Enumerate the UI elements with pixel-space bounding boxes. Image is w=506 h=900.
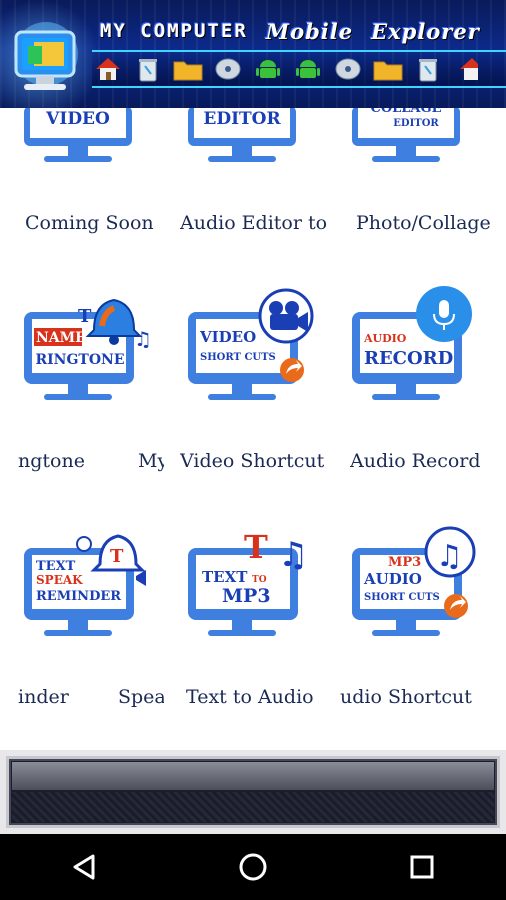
recents-button[interactable] <box>392 837 452 897</box>
title-part-1: MY COMPUTER <box>100 20 248 42</box>
screen-text: TO <box>252 575 267 585</box>
tile-label-overflow[interactable]: My <box>138 450 164 472</box>
monitor-icon: VIDEO <box>24 108 132 162</box>
bottom-banner <box>0 750 506 834</box>
tile-label[interactable]: Audio Editor to <box>180 212 328 234</box>
screen-text: RECORD <box>364 348 453 369</box>
recents-icon <box>410 855 434 879</box>
home-circle-icon <box>239 853 267 881</box>
screen-text: NAME <box>36 330 86 346</box>
tile-audio-record[interactable]: AUDIO RECORD <box>350 286 500 400</box>
tile-label-overflow[interactable]: Spea <box>118 686 164 708</box>
svg-text:T: T <box>244 528 268 566</box>
shortcut-arrow-icon <box>280 358 304 382</box>
android-icon[interactable] <box>292 54 324 84</box>
folder-icon[interactable] <box>372 54 404 84</box>
svg-text:T: T <box>78 306 92 327</box>
recycle-bin-icon[interactable] <box>132 54 164 84</box>
computer-logo-icon[interactable] <box>10 14 88 104</box>
tile-editor[interactable]: EDITOR <box>186 108 336 216</box>
home-icon[interactable] <box>452 54 484 84</box>
tile-label[interactable]: ngtone <box>18 450 85 472</box>
svg-text:♫: ♫ <box>436 539 463 574</box>
shortcut-arrow-icon <box>444 594 468 618</box>
music-note-icon: ♫ <box>424 526 476 578</box>
tools-grid: VIDEO Coming Soon EDITOR Audio Editor to… <box>0 108 506 750</box>
screen-text: RINGTONE <box>35 352 124 368</box>
screen-text: SHORT CUTS <box>200 352 276 363</box>
screen-text: REMINDER <box>36 589 121 604</box>
back-button[interactable] <box>54 837 114 897</box>
tile-label[interactable]: Video Shortcut <box>180 450 324 472</box>
header-toolbar <box>92 50 506 88</box>
monitor-icon: VIDEO SHORT CUTS <box>188 288 314 400</box>
disc-icon[interactable] <box>332 54 364 84</box>
banner-panel[interactable] <box>6 756 500 828</box>
monitor-icon: EDITOR <box>188 108 296 162</box>
monitor-icon: NAME RINGTONE T ♫ <box>24 298 152 400</box>
folder-icon[interactable] <box>172 54 204 84</box>
recycle-bin-icon[interactable] <box>412 54 444 84</box>
screen-text: COLLAGE <box>370 108 441 116</box>
back-icon <box>73 854 95 880</box>
home-button[interactable] <box>223 837 283 897</box>
app-header: MY COMPUTER Mobile Explorer <box>0 0 506 108</box>
tile-text-to-mp3[interactable]: TEXT TO MP3 T ♫ <box>186 522 336 636</box>
screen-text: VIDEO <box>199 328 256 346</box>
monitor-icon: AUDIO RECORD <box>352 286 472 400</box>
title-part-3: Explorer <box>371 18 480 44</box>
monitor-icon: TEXT SPEAK REMINDER T <box>24 534 146 636</box>
tile-label[interactable]: udio Shortcut <box>340 686 472 708</box>
tile-label[interactable]: inder <box>18 686 69 708</box>
monitor-icon: TEXT TO MP3 T ♫ <box>188 528 308 636</box>
screen-text: EDITOR <box>203 109 281 129</box>
screen-text: TEXT <box>202 568 248 586</box>
screen-text: SHORT CUTS <box>364 592 440 603</box>
tile-video[interactable]: VIDEO <box>22 108 172 216</box>
screen-text: SPEAK <box>36 573 83 587</box>
screen-text: AUDIO <box>363 570 422 588</box>
home-icon[interactable] <box>92 54 124 84</box>
video-camera-icon <box>258 288 314 344</box>
system-nav-bar <box>0 834 506 900</box>
screen-text: EDITOR <box>393 118 439 129</box>
disc-icon[interactable] <box>212 54 244 84</box>
screen-text: MP3 <box>388 555 421 570</box>
monitor-icon: COLLAGE EDITOR <box>352 108 460 162</box>
app-title: MY COMPUTER Mobile Explorer <box>96 14 506 48</box>
tile-audio-shortcuts[interactable]: MP3 AUDIO SHORT CUTS ♫ <box>350 522 500 636</box>
svg-text:♫: ♫ <box>278 535 308 575</box>
android-icon[interactable] <box>252 54 284 84</box>
monitor-icon: MP3 AUDIO SHORT CUTS ♫ <box>352 526 476 636</box>
screen-text: MP3 <box>222 585 271 607</box>
tile-collage-editor[interactable]: COLLAGE EDITOR <box>350 108 500 216</box>
screen-text: VIDEO <box>45 109 110 129</box>
screen-text: TEXT <box>36 559 76 574</box>
tile-label[interactable]: Coming Soon <box>25 212 154 234</box>
tile-label[interactable]: Photo/Collage <box>356 212 506 234</box>
title-part-2: Mobile <box>265 18 354 44</box>
tile-video-shortcuts[interactable]: VIDEO SHORT CUTS <box>186 286 336 400</box>
tile-label[interactable]: Audio Record <box>350 450 481 472</box>
microphone-icon <box>416 286 472 342</box>
svg-text:♫: ♫ <box>134 327 152 351</box>
screen-text: AUDIO <box>363 332 407 345</box>
tile-label[interactable]: Text to Audio <box>186 686 330 708</box>
tile-name-ringtone[interactable]: NAME RINGTONE T ♫ <box>22 286 172 400</box>
svg-text:T: T <box>110 546 124 567</box>
tile-text-speak-reminder[interactable]: TEXT SPEAK REMINDER T <box>22 522 172 636</box>
